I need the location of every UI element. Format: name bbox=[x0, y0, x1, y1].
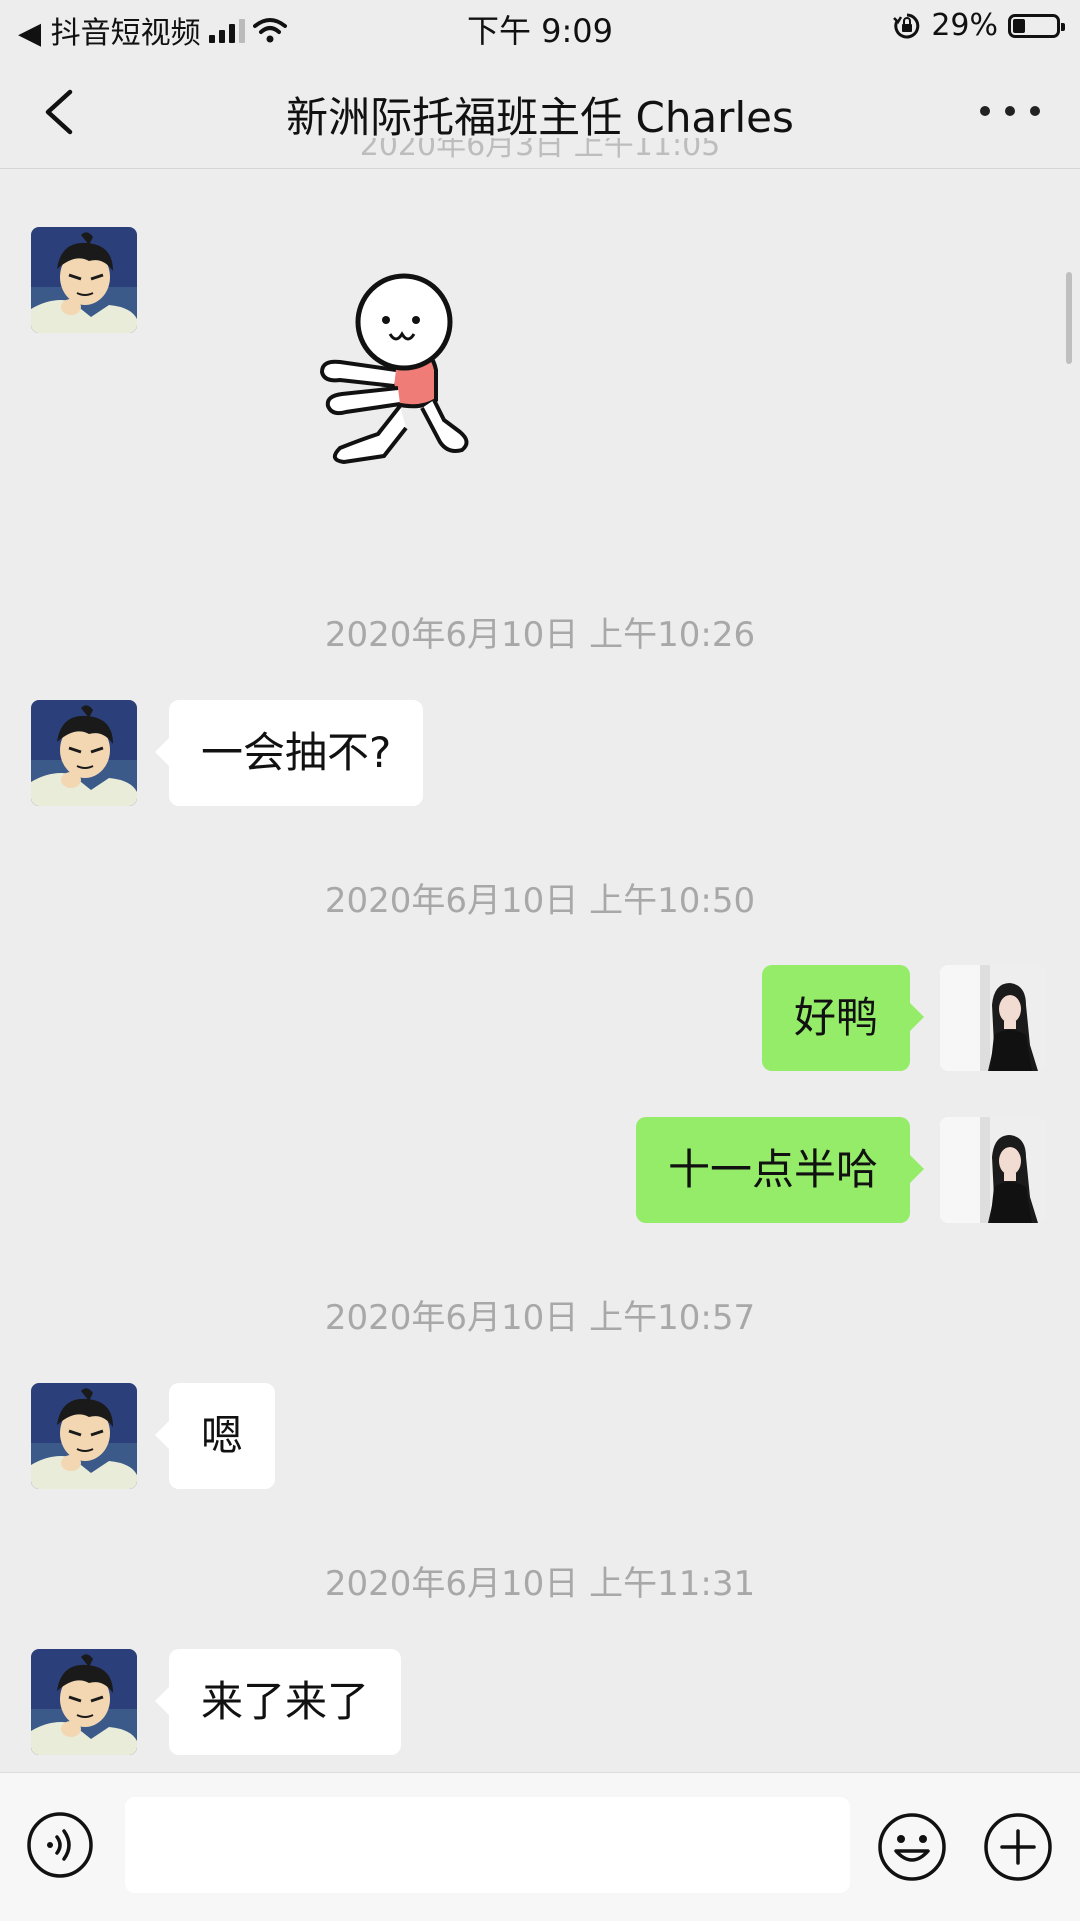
message-timestamp: 2020年6月10日 上午10:57 bbox=[324, 1298, 756, 1338]
incoming-message-bubble[interactable]: 一会抽不? bbox=[154, 700, 424, 806]
status-right: 29% bbox=[893, 8, 1065, 43]
chevron-left-icon[interactable] bbox=[36, 84, 86, 140]
sticker-message[interactable] bbox=[300, 270, 500, 490]
my-avatar[interactable] bbox=[940, 1117, 1046, 1223]
battery-icon bbox=[1008, 13, 1065, 38]
message-timestamp: 2020年6月10日 上午10:26 bbox=[324, 615, 756, 655]
orientation-lock-icon bbox=[893, 13, 920, 38]
contact-avatar[interactable] bbox=[31, 700, 137, 806]
contact-avatar[interactable] bbox=[31, 227, 137, 333]
message-input[interactable] bbox=[125, 1797, 850, 1893]
chat-title: 新洲际托福班主任 Charles bbox=[286, 93, 794, 142]
battery-percent: 29% bbox=[931, 8, 998, 43]
message-timestamp: 2020年6月10日 上午11:31 bbox=[324, 1564, 756, 1604]
outgoing-message-bubble[interactable]: 十一点半哈 bbox=[635, 1117, 925, 1223]
status-bar: ◀ 抖音短视频 下午 9:09 29% bbox=[0, 0, 1080, 56]
contact-avatar[interactable] bbox=[31, 1383, 137, 1489]
incoming-message-bubble[interactable]: 嗯 bbox=[154, 1383, 276, 1489]
outgoing-message-bubble[interactable]: 好鸭 bbox=[761, 965, 925, 1071]
my-avatar[interactable] bbox=[940, 965, 1046, 1071]
plus-icon[interactable] bbox=[982, 1811, 1054, 1883]
message-timestamp: 2020年6月10日 上午10:50 bbox=[324, 881, 756, 921]
chat-input-bar bbox=[0, 1772, 1080, 1921]
voice-icon[interactable] bbox=[26, 1811, 94, 1879]
clipped-timestamp: 2020年6月3日 上午11:05 bbox=[359, 138, 721, 163]
incoming-message-bubble[interactable]: 来了来了 bbox=[154, 1649, 402, 1755]
more-dots-icon[interactable] bbox=[980, 96, 1040, 126]
emoji-icon[interactable] bbox=[876, 1811, 948, 1883]
scrollbar[interactable] bbox=[1066, 272, 1072, 364]
contact-avatar[interactable] bbox=[31, 1649, 137, 1755]
